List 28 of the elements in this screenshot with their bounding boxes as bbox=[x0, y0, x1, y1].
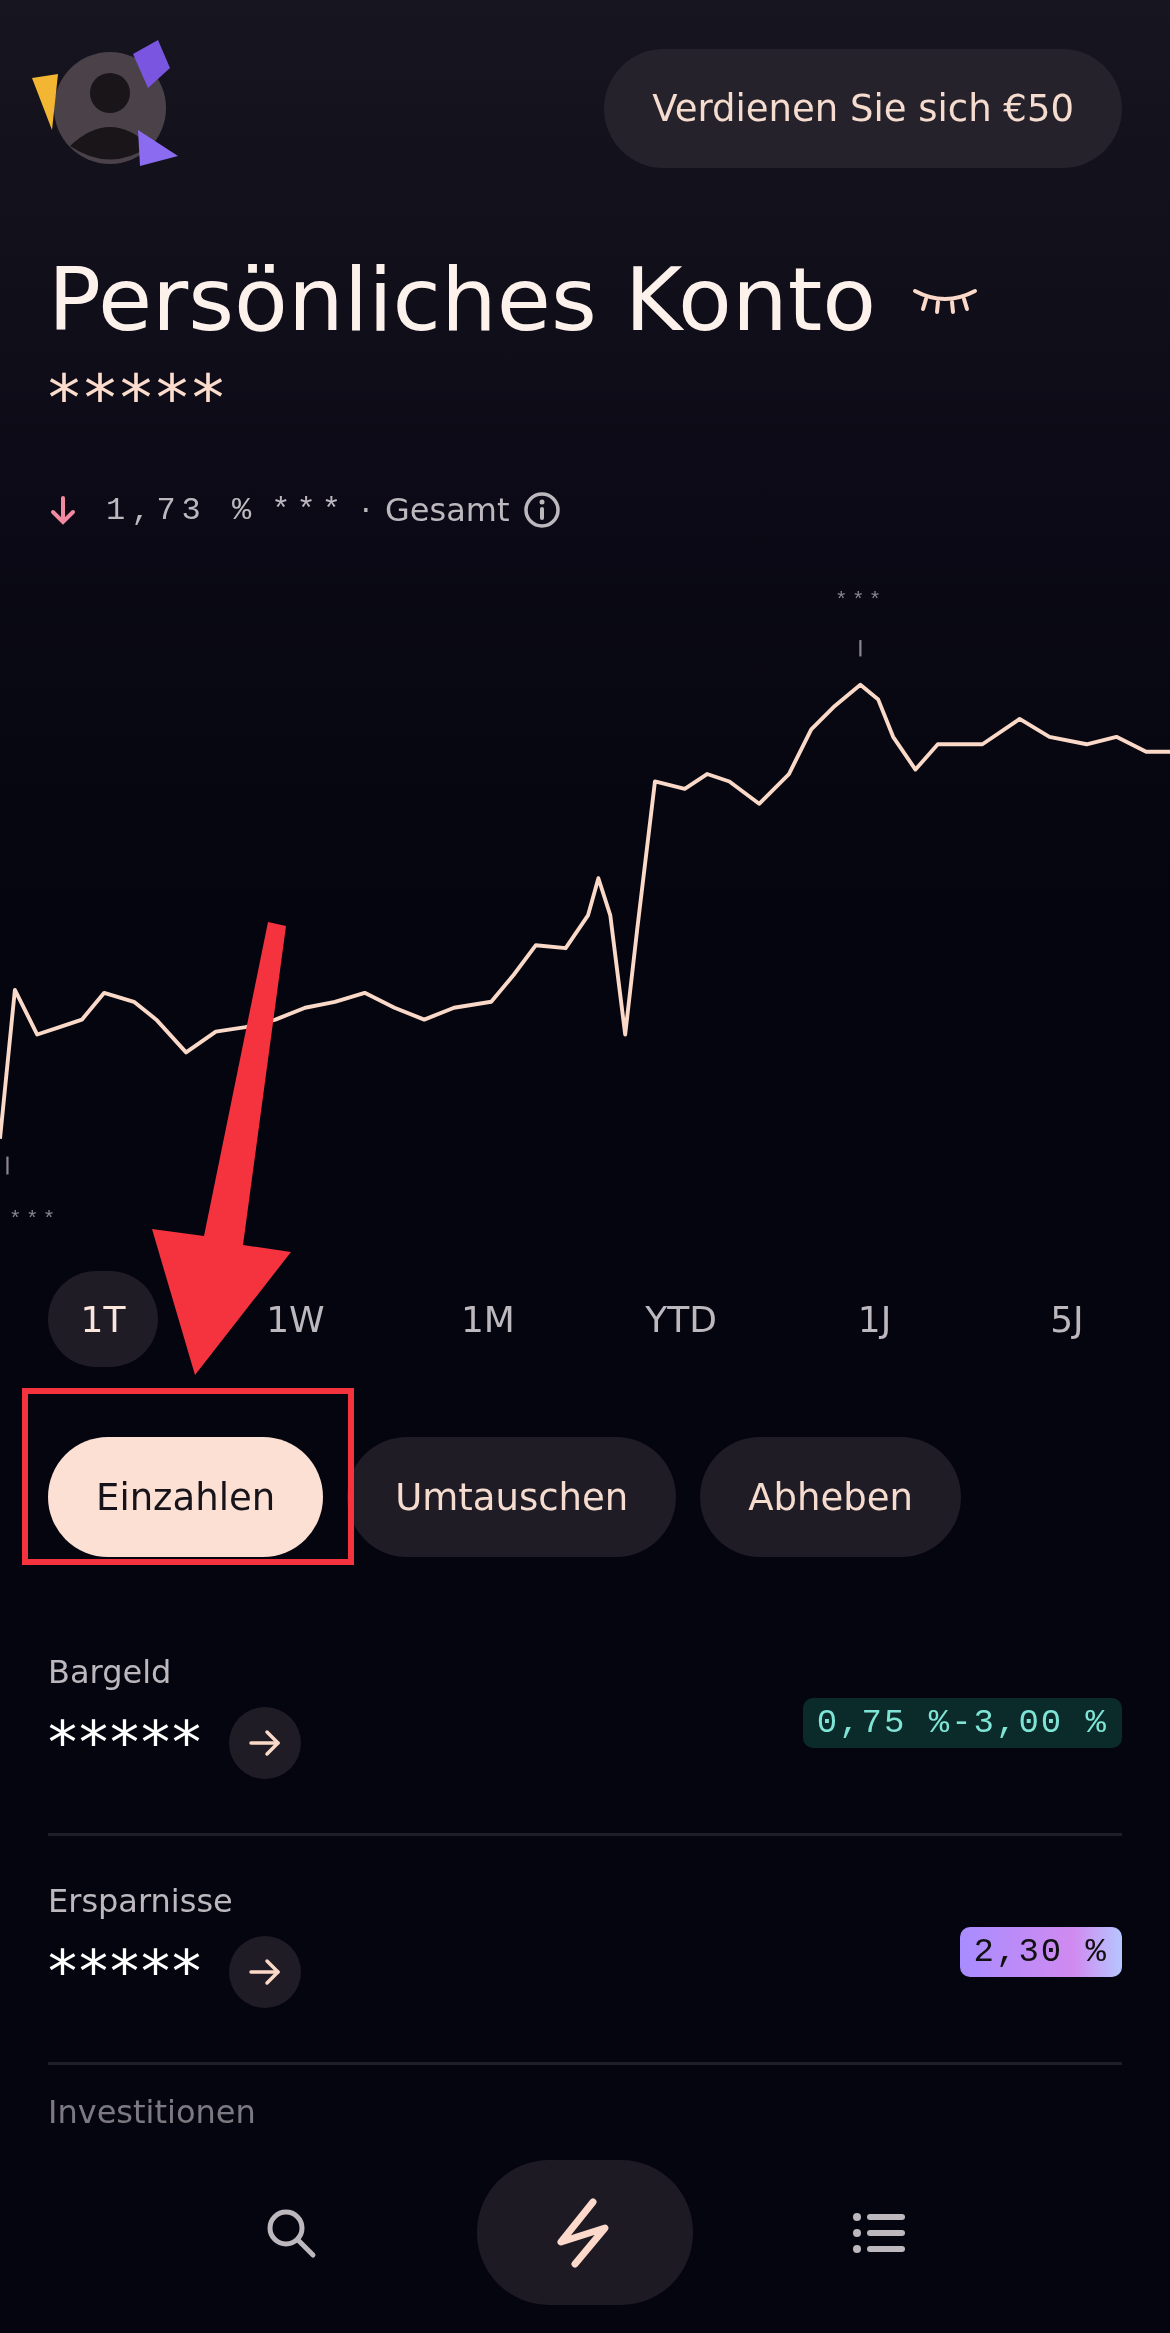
balance-value: ***** bbox=[48, 361, 229, 435]
list-icon bbox=[853, 2212, 905, 2253]
action-button[interactable]: Abheben bbox=[700, 1437, 961, 1557]
account-name: Bargeld bbox=[48, 1653, 173, 1691]
account-title: Persönliches Konto bbox=[48, 248, 876, 351]
period-tab[interactable]: 1W bbox=[240, 1271, 351, 1367]
period-tab[interactable]: 1T bbox=[48, 1271, 158, 1367]
low-label: *** bbox=[8, 1208, 60, 1232]
right-arrow-icon bbox=[248, 1958, 282, 1986]
separator-dot: · bbox=[360, 491, 371, 529]
right-arrow-icon bbox=[248, 1729, 282, 1757]
high-label: *** bbox=[834, 588, 886, 612]
account-name: Ersparnisse bbox=[48, 1882, 234, 1920]
change-percent: 1,73 % bbox=[106, 491, 258, 529]
promo-button[interactable]: Verdienen Sie sich €50 bbox=[604, 48, 1122, 168]
deposit-button[interactable]: Einzahlen bbox=[48, 1437, 324, 1557]
account-balance: ***** bbox=[48, 1709, 203, 1777]
period-label: Gesamt bbox=[385, 491, 510, 529]
account-balance: ***** bbox=[48, 1938, 203, 2006]
period-tab[interactable]: YTD bbox=[625, 1271, 738, 1367]
interest-rate-badge: 0,75 %-3,00 % bbox=[802, 1698, 1122, 1748]
period-tab[interactable]: 1M bbox=[432, 1271, 543, 1367]
period-tab[interactable]: 5J bbox=[1011, 1271, 1122, 1367]
interest-rate-badge: 2,30 % bbox=[959, 1927, 1122, 1977]
period-tab[interactable]: 1J bbox=[819, 1271, 930, 1367]
info-icon[interactable] bbox=[523, 491, 562, 529]
account-name: Investitionen bbox=[48, 2093, 256, 2131]
change-amount: *** bbox=[271, 491, 347, 529]
